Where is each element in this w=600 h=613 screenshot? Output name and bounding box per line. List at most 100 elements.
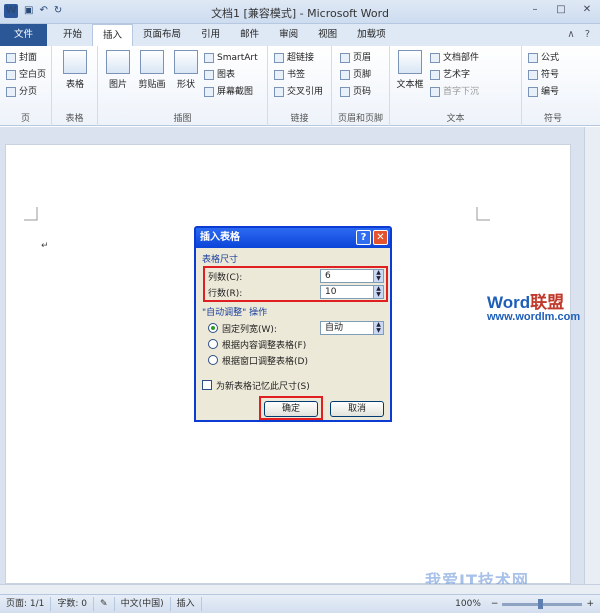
chart-button[interactable]: 图表: [204, 67, 235, 83]
group-label-pages: 页: [20, 114, 30, 124]
group-label-illustrations: 插图: [173, 114, 192, 124]
blank-page-button[interactable]: 空白页: [6, 67, 46, 83]
fixed-width-option[interactable]: 固定列宽(W):: [208, 321, 277, 335]
blank-page-icon: [6, 70, 16, 80]
zoom-in-button[interactable]: +: [586, 597, 594, 611]
cross-reference-button[interactable]: 交叉引用: [274, 84, 323, 100]
status-bar: 页面: 1/1 字数: 0 ✎ 中文(中国) 插入 100% − +: [0, 594, 600, 613]
screenshot-icon: [204, 87, 214, 97]
footer-button[interactable]: 页脚: [340, 67, 371, 83]
chart-icon: [204, 70, 214, 80]
window-controls: – □ ✕: [528, 4, 594, 15]
wordart-icon: [430, 70, 440, 80]
tab-view[interactable]: 视图: [308, 24, 347, 46]
textbox-icon: [398, 50, 422, 74]
highlight-ok: [259, 396, 323, 420]
zoom-out-button[interactable]: −: [491, 597, 499, 611]
fixed-width-spinner-icon[interactable]: ▲ ▼: [373, 322, 383, 334]
tab-review[interactable]: 审阅: [269, 24, 308, 46]
group-label-text: 文本: [446, 114, 465, 124]
minimize-button[interactable]: –: [528, 4, 542, 15]
word-count[interactable]: 字数: 0: [51, 597, 95, 611]
group-label-tables: 表格: [65, 114, 84, 124]
numbering-icon: [528, 87, 538, 97]
dropcap-button[interactable]: 首字下沉: [430, 84, 479, 100]
fixed-width-radio[interactable]: [208, 323, 218, 333]
zoom-level[interactable]: 100%: [449, 597, 487, 611]
group-text: 文本框 文档部件 艺术字 首字下沉 文本: [390, 46, 522, 126]
horizontal-scrollbar[interactable]: [0, 584, 600, 594]
remember-size-checkbox[interactable]: [202, 380, 212, 390]
tab-file[interactable]: 文件: [0, 24, 48, 46]
collapse-ribbon-icon[interactable]: ∧: [567, 24, 574, 46]
fit-content-radio[interactable]: [208, 339, 218, 349]
screenshot-button[interactable]: 屏幕截图: [204, 84, 253, 100]
watermark-logo: Word联盟: [487, 293, 565, 312]
tab-references[interactable]: 引用: [191, 24, 230, 46]
cancel-button[interactable]: 取消: [330, 401, 384, 417]
page-number-icon: [340, 87, 350, 97]
wordart-button[interactable]: 艺术字: [430, 67, 470, 83]
zoom-thumb[interactable]: [538, 598, 544, 609]
page-count[interactable]: 页面: 1/1: [0, 597, 52, 611]
smartart-button[interactable]: SmartArt: [204, 50, 258, 66]
help-icon[interactable]: ?: [585, 24, 590, 46]
table-icon: [63, 50, 87, 74]
fit-window-option[interactable]: 根据窗口调整表格(D): [208, 353, 308, 367]
shapes-button[interactable]: 形状: [168, 50, 204, 90]
highlight-size-box: [203, 266, 388, 302]
smartart-icon: [204, 53, 214, 63]
tab-insert[interactable]: 插入: [92, 24, 134, 46]
vertical-scrollbar[interactable]: [584, 127, 600, 584]
tab-addins[interactable]: 加载项: [347, 24, 396, 46]
equation-button[interactable]: 公式: [528, 50, 559, 66]
picture-icon: [106, 50, 130, 74]
clipart-icon: [140, 50, 164, 74]
fit-content-option[interactable]: 根据内容调整表格(F): [208, 337, 306, 351]
group-label-links: 链接: [290, 114, 309, 124]
zoom-slider[interactable]: [502, 598, 583, 609]
watermark-url: www.wordlm.com: [487, 311, 581, 323]
numbering-button[interactable]: 编号: [528, 84, 559, 100]
picture-button[interactable]: 图片: [100, 50, 136, 90]
margin-corner-top-left: [24, 207, 38, 221]
quick-parts-button[interactable]: 文档部件: [430, 50, 479, 66]
textbox-button[interactable]: 文本框: [392, 50, 428, 90]
shapes-icon: [174, 50, 198, 74]
page-number-button[interactable]: 页码: [340, 84, 371, 100]
margin-corner-top-right: [476, 207, 490, 221]
ribbon-tabs: 文件 开始 插入 页面布局 引用 邮件 审阅 视图 加载项 ∧ ?: [0, 24, 600, 46]
page-break-icon: [6, 87, 16, 97]
page-break-button[interactable]: 分页: [6, 84, 37, 100]
group-links: 超链接 书签 交叉引用 链接: [268, 46, 332, 126]
header-button[interactable]: 页眉: [340, 50, 371, 66]
dialog-close-button[interactable]: ✕: [373, 230, 388, 245]
cover-page-icon: [6, 53, 16, 63]
cover-page-button[interactable]: 封面: [6, 50, 37, 66]
group-pages: 封面 空白页 分页 页: [0, 46, 52, 126]
remember-size-option[interactable]: 为新表格记忆此尺寸(S): [202, 378, 310, 392]
language[interactable]: 中文(中国): [115, 597, 171, 611]
window-title: 文档1 [兼容模式] - Microsoft Word: [211, 7, 389, 20]
fixed-width-select[interactable]: 自动 ▲ ▼: [320, 321, 384, 335]
insert-mode[interactable]: 插入: [171, 597, 202, 611]
close-window-button[interactable]: ✕: [580, 4, 594, 15]
symbol-button[interactable]: 符号: [528, 67, 559, 83]
proofing-icon[interactable]: ✎: [94, 597, 115, 611]
dialog-help-button[interactable]: ?: [356, 230, 371, 245]
group-header-footer: 页眉 页脚 页码 页眉和页脚: [332, 46, 390, 126]
tab-mailings[interactable]: 邮件: [230, 24, 269, 46]
cross-reference-icon: [274, 87, 284, 97]
table-button[interactable]: 表格: [57, 50, 93, 90]
dropcap-icon: [430, 87, 440, 97]
ribbon-right-controls: ∧ ?: [567, 24, 600, 46]
clipart-button[interactable]: 剪贴画: [134, 50, 170, 90]
footer-icon: [340, 70, 350, 80]
tab-page-layout[interactable]: 页面布局: [133, 24, 191, 46]
hyperlink-button[interactable]: 超链接: [274, 50, 314, 66]
fit-window-radio[interactable]: [208, 355, 218, 365]
bookmark-button[interactable]: 书签: [274, 67, 305, 83]
maximize-button[interactable]: □: [554, 4, 568, 15]
group-symbols: 公式 符号 编号 符号: [522, 46, 584, 126]
tab-home[interactable]: 开始: [53, 24, 92, 46]
